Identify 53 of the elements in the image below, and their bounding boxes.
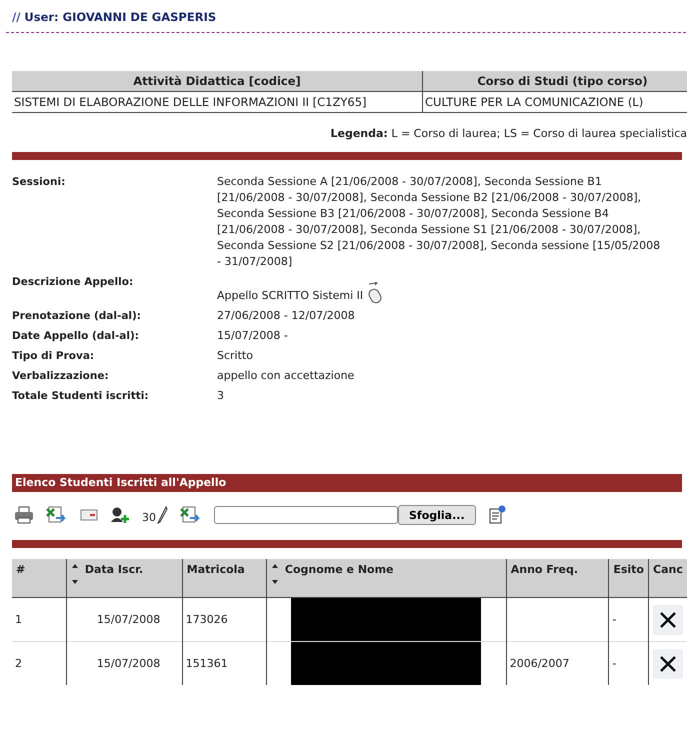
field-value: 3 [217, 388, 225, 404]
envelope-icon[interactable] [80, 509, 98, 521]
field-label: Date Appello (dal-al): [12, 329, 140, 344]
printer-icon[interactable] [14, 506, 34, 524]
spreadsheet-export-icon[interactable] [46, 506, 68, 524]
column-header: # [12, 559, 66, 598]
table-cell: CULTURE PER LA COMUNICAZIONE (L) [422, 92, 687, 112]
field-label: Descrizione Appello: [12, 275, 134, 290]
table-cell: 15/07/2008 [66, 642, 182, 685]
legend-text: Legenda: L = Corso di laurea; LS = Corso di laurea specialistica [330, 127, 687, 140]
field-label: Tipo di Prova: [12, 349, 96, 364]
table-cell: SISTEMI DI ELABORAZIONE DELLE INFORMAZIONI II [C1ZY65] [12, 92, 422, 112]
delete-button[interactable] [653, 648, 683, 678]
sort-arrows-icon[interactable] [270, 563, 279, 585]
close-icon [659, 654, 677, 672]
file-path-field[interactable] [214, 506, 398, 524]
breadcrumb-slash: // [12, 10, 20, 24]
field-label: Verbalizzazione: [12, 369, 110, 384]
mouse-icon[interactable] [367, 282, 384, 304]
table-cell: 2006/2007 [506, 642, 609, 685]
column-header: Canc [648, 559, 687, 598]
column-header: Corso di Studi (tipo corso) [422, 71, 687, 92]
row-number: 2 [12, 642, 66, 685]
column-header[interactable]: Cognome e Nome [266, 559, 506, 598]
delete-button[interactable] [653, 604, 683, 634]
spreadsheet-export-icon[interactable] [180, 506, 202, 524]
field-label: Totale Studenti iscritti: [12, 389, 150, 404]
table-cell: 173026 [182, 598, 266, 642]
row-number: 1 [12, 598, 66, 642]
field-value: Seconda Sessione A [21/06/2008 - 30/07/2008], Seconda Sessione B1 [21/06/2008 - 30/07/2008], Seconda Sessione B2 [21/06/2008 - 30/07/2008], Seconda Sessione B3 [21/06/2008 - 30/07/2008], Seconda Sessione B4 [21/06/2008 - 30/07/2008], Seconda Sessione S1 [21/06/2008 - 30/07/2008], Seconda Sessione S2 [21/06/2008 - 30/07/2008], Seconda sessione [15/05/2008 - 31/07/2008] [217, 174, 662, 270]
field-value: Appello SCRITTO Sistemi II [217, 288, 364, 304]
section-title: Elenco Studenti Iscritti all'Appello [12, 474, 682, 492]
field-value: 27/06/2008 - 12/07/2008 [217, 308, 356, 324]
table-cell: - [608, 642, 648, 685]
close-icon [659, 610, 677, 628]
user-name-heading: User: GIOVANNI DE GASPERIS [24, 10, 216, 24]
add-user-icon[interactable] [110, 506, 130, 524]
table-cell: - [608, 598, 648, 642]
field-value: Scritto [217, 348, 254, 364]
field-label: Sessioni: [12, 175, 66, 190]
column-header: Anno Freq. [506, 559, 609, 598]
document-icon[interactable] [488, 505, 506, 525]
browse-button[interactable]: Sfoglia... [398, 505, 476, 525]
column-header: Matricola [182, 559, 266, 598]
column-header: Attività Didattica [codice] [12, 71, 422, 92]
table-cell: 15/07/2008 [66, 598, 182, 642]
column-header[interactable]: Data Iscr. [66, 559, 182, 598]
field-value: 15/07/2008 - [217, 328, 289, 344]
field-label: Prenotazione (dal-al): [12, 309, 142, 324]
field-value: appello con accettazione [217, 368, 356, 384]
column-header: Esito [608, 559, 648, 598]
sort-arrows-icon[interactable] [70, 563, 79, 585]
table-cell: 151361 [182, 642, 266, 685]
